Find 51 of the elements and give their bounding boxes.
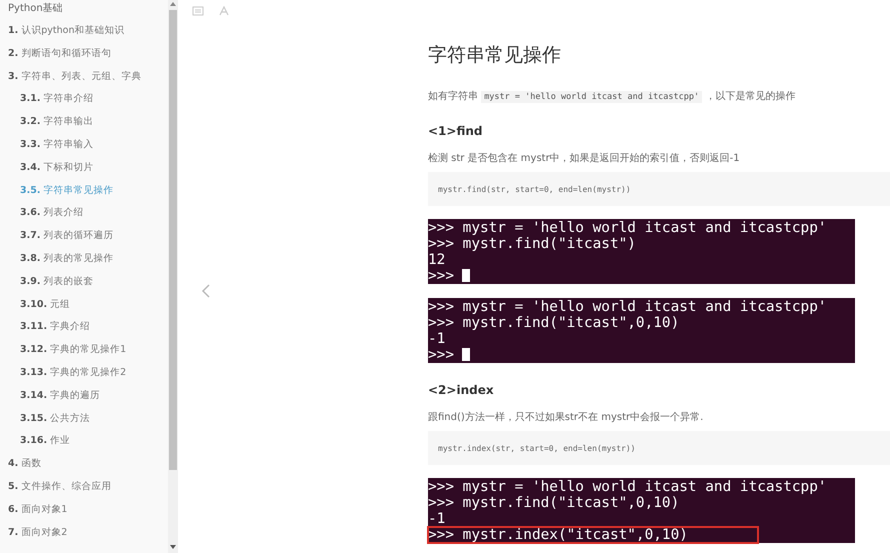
description-text: 检测 str 是否包含在 mystr中，如果是返回开始的索引值，否则返回-1 xyxy=(428,152,741,166)
terminal-line: 12 xyxy=(428,252,446,268)
terminal-line: -1 xyxy=(428,331,446,347)
toc-item[interactable]: 3.9. 列表的嵌套 xyxy=(8,270,168,294)
page-heading: 字符串常见操作 xyxy=(428,43,562,68)
toc-item[interactable]: 3.4. 下标和切片 xyxy=(8,156,168,180)
toc-item[interactable]: 3.14. 字典的遍历 xyxy=(8,384,168,408)
cursor-block xyxy=(462,348,470,361)
toc-item[interactable]: 3.15. 公共方法 xyxy=(8,408,168,430)
toc-item[interactable]: 1. 认识python和基础知识 xyxy=(8,20,168,43)
terminal-line: >>> mystr = 'hello world itcast and itcastcpp' xyxy=(428,479,828,495)
toc-item[interactable]: 3.12. 字典的常见操作1 xyxy=(8,339,168,362)
toc-item[interactable]: 3.8. 列表的常见操作 xyxy=(8,248,168,271)
terminal-line: >>> mystr.find("itcast",0,10) xyxy=(428,315,680,331)
scroll-down-icon[interactable] xyxy=(168,543,178,551)
toc-item[interactable]: 2. 判断语句和循环语句 xyxy=(8,42,168,66)
cursor-block xyxy=(462,269,470,282)
toc-item[interactable]: 3.10. 元组 xyxy=(8,294,168,316)
description-text: 跟find()方法一样，只不过如果str不在 mystr中会报一个异常. xyxy=(428,411,704,425)
toc-item[interactable]: 3.3. 字符串输入 xyxy=(8,134,168,157)
menu-icon[interactable] xyxy=(192,6,204,16)
font-icon[interactable] xyxy=(218,6,230,16)
toc-item[interactable]: 3.7. 列表的循环遍历 xyxy=(8,225,168,248)
toc-item[interactable]: 3.11. 字典介绍 xyxy=(8,316,168,340)
section-heading: <2>index xyxy=(428,383,495,397)
scrollbar-thumb[interactable] xyxy=(169,10,177,470)
terminal-line: >>> mystr.find("itcast") xyxy=(428,236,637,252)
terminal-line: >>> xyxy=(428,268,855,284)
toc-item[interactable]: 4. 函数 xyxy=(8,453,168,476)
toc-item[interactable]: 3.2. 字符串输出 xyxy=(8,111,168,134)
scroll-up-icon[interactable] xyxy=(168,0,178,8)
toc-item[interactable]: 6. 面向对象1 xyxy=(8,498,168,522)
terminal-line: >>> mystr = 'hello world itcast and itcastcpp' xyxy=(428,299,828,315)
code-text: mystr.index(str, start=0, end=len(mystr)) xyxy=(438,444,636,452)
terminal-line: >>> mystr.find("itcast",0,10) xyxy=(428,495,680,511)
toc-item[interactable]: 3.1. 字符串介绍 xyxy=(8,88,168,112)
terminal-line: -1 xyxy=(428,511,446,527)
code-text: mystr.find(str, start=0, end=len(mystr)) xyxy=(438,184,631,194)
toc-item[interactable]: 3.6. 列表介绍 xyxy=(8,202,168,226)
toc-item[interactable]: 5. 文件操作、综合应用 xyxy=(8,476,168,499)
toc-item[interactable]: 3.16. 作业 xyxy=(8,430,168,454)
terminal-line: >>> mystr.index("itcast",0,10) xyxy=(428,527,758,543)
terminal-line: >>> xyxy=(428,347,855,363)
previous-page-icon[interactable] xyxy=(201,283,211,299)
intro-text: 如有字符串 mystr = 'hello world itcast and itcastcpp' ，以下是常见的操作 xyxy=(428,90,796,104)
terminal-line: >>> mystr = 'hello world itcast and itcastcpp' xyxy=(428,220,828,236)
section-heading: <1>find xyxy=(428,124,484,138)
toc-item[interactable]: 7. 面向对象2 xyxy=(8,522,168,544)
toc-title: Python基础 xyxy=(8,2,64,16)
toc-item[interactable]: 3. 字符串、列表、元组、字典 xyxy=(8,66,168,88)
toc-item[interactable]: 3.13. 字典的常见操作2 xyxy=(8,362,168,385)
